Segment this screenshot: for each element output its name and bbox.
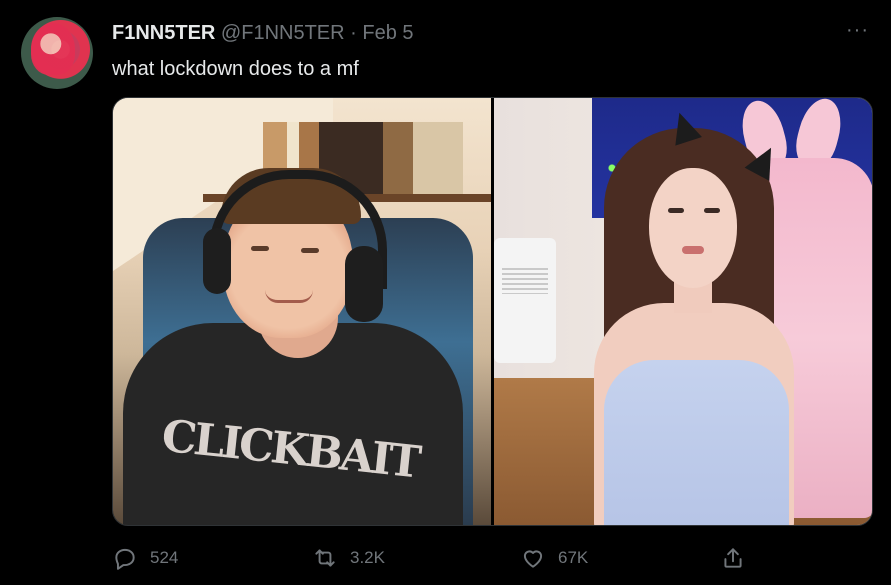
media-grid: CLICKBAIT [112, 97, 873, 526]
display-name[interactable]: F1NN5TER [112, 22, 215, 44]
avatar[interactable] [21, 17, 93, 89]
tweet-text: what lockdown does to a mf [112, 58, 359, 80]
tweet-date[interactable]: Feb 5 [362, 22, 413, 44]
face [649, 168, 737, 288]
separator-dot: · [350, 22, 357, 44]
retweet-button[interactable]: 3.2K [312, 540, 385, 576]
eye [668, 208, 684, 213]
like-count: 67K [558, 548, 589, 567]
reply-bubble-icon [115, 548, 135, 570]
tweet-actions: 524 3.2K 67K [112, 540, 871, 576]
headphone-cup [203, 228, 231, 294]
heart-icon [523, 550, 543, 568]
retweet-count: 3.2K [350, 548, 385, 567]
more-horizontal-icon[interactable]: ··· [846, 20, 869, 40]
share-icon [724, 548, 742, 568]
eye [704, 208, 720, 213]
reply-count: 524 [150, 548, 179, 567]
blue-dress [604, 360, 789, 525]
lips [682, 246, 704, 254]
avatar-image [31, 23, 75, 75]
photo-left[interactable]: CLICKBAIT [113, 98, 491, 525]
reply-button[interactable]: 524 [112, 540, 178, 576]
vent [502, 268, 548, 294]
like-button[interactable]: 67K [520, 540, 588, 576]
share-button[interactable] [720, 540, 746, 576]
retweet-icon [315, 549, 335, 567]
tweet-header: F1NN5TER @F1NN5TER · Feb 5 [112, 20, 414, 46]
photo-right[interactable] [494, 98, 872, 525]
smile [265, 290, 313, 303]
user-handle[interactable]: @F1NN5TER [221, 22, 345, 44]
air-conditioner [494, 238, 556, 363]
headphone-cup [345, 246, 383, 322]
